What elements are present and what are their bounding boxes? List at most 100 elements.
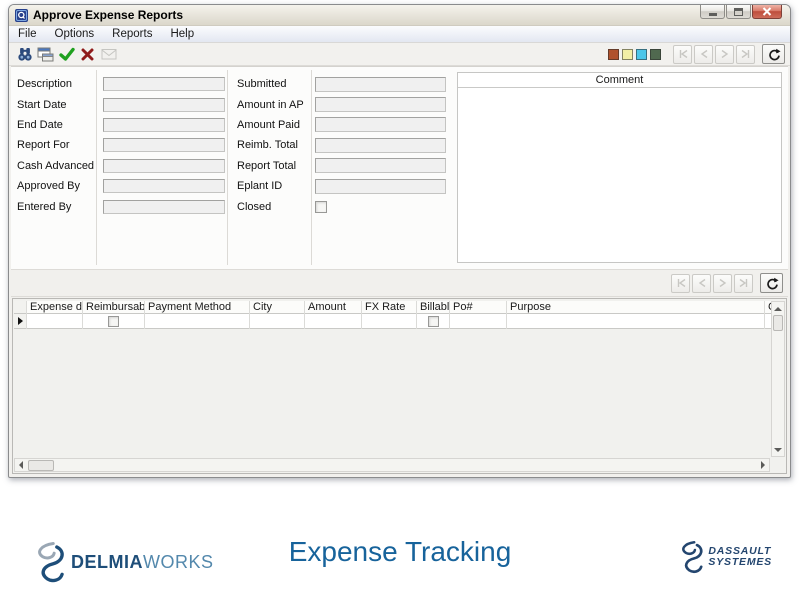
col-header-payment-method[interactable]: Payment Method — [145, 301, 249, 314]
maximize-button[interactable] — [726, 5, 751, 19]
grid-col-po: Po# — [450, 301, 507, 329]
color-swatch-3[interactable] — [636, 49, 647, 60]
grid-col-payment-method: Payment Method — [145, 301, 250, 329]
systemes-text: SYSTEMES — [708, 556, 772, 568]
scroll-up-button[interactable] — [772, 302, 784, 315]
next-record-icon — [719, 48, 731, 60]
grid-columns: Expense date Reimbursable Payment Method… — [14, 301, 770, 329]
submitted-field[interactable] — [315, 77, 446, 92]
reject-x-icon — [81, 48, 94, 61]
color-swatch-4[interactable] — [650, 49, 661, 60]
last-record-button[interactable] — [734, 274, 753, 293]
col-header-purpose[interactable]: Purpose — [507, 301, 764, 314]
scroll-down-button[interactable] — [772, 443, 784, 456]
cash-advanced-field[interactable] — [103, 159, 225, 173]
horizontal-scroll-thumb[interactable] — [28, 460, 54, 471]
next-record-button[interactable] — [713, 274, 732, 293]
minimize-button[interactable] — [700, 5, 725, 19]
col-header-city[interactable]: City — [250, 301, 304, 314]
cell-po[interactable] — [450, 314, 506, 329]
reimbursable-checkbox[interactable] — [108, 316, 119, 327]
menu-help[interactable]: Help — [161, 27, 203, 41]
approve-button[interactable] — [56, 45, 77, 64]
horizontal-scrollbar[interactable] — [14, 458, 770, 472]
app-icon — [15, 9, 28, 22]
scroll-left-button[interactable] — [15, 459, 27, 471]
eplant-id-field[interactable] — [315, 179, 446, 194]
vertical-scroll-thumb[interactable] — [773, 315, 783, 331]
first-record-button[interactable] — [673, 45, 692, 64]
reimb-total-label: Reimb. Total — [237, 139, 315, 151]
maximize-icon — [734, 8, 743, 16]
closed-label: Closed — [237, 201, 315, 213]
amount-in-ap-field[interactable] — [315, 97, 446, 112]
amount-in-ap-label: Amount in AP — [237, 99, 315, 111]
cell-purpose[interactable] — [507, 314, 764, 329]
cell-billable[interactable] — [417, 314, 449, 329]
prior-record-icon — [698, 48, 710, 60]
cell-payment-method[interactable] — [145, 314, 249, 329]
report-button[interactable] — [35, 45, 56, 64]
first-record-button[interactable] — [671, 274, 690, 293]
reimb-total-field[interactable] — [315, 138, 446, 153]
color-swatch-1[interactable] — [608, 49, 619, 60]
find-button[interactable] — [14, 45, 35, 64]
comment-panel: Comment — [457, 72, 782, 263]
title-bar[interactable]: Approve Expense Reports — [9, 5, 790, 26]
scroll-up-icon — [774, 307, 782, 311]
menu-options[interactable]: Options — [46, 27, 104, 41]
next-record-button[interactable] — [715, 45, 734, 64]
end-date-field[interactable] — [103, 118, 225, 132]
form-area: Description Start Date End Date Report F… — [11, 66, 788, 269]
cell-fx-rate[interactable] — [362, 314, 416, 329]
scroll-right-button[interactable] — [757, 459, 769, 471]
cell-city[interactable] — [250, 314, 304, 329]
billable-checkbox[interactable] — [428, 316, 439, 327]
report-total-field[interactable] — [315, 158, 446, 173]
col-header-po[interactable]: Po# — [450, 301, 506, 314]
refresh-button[interactable] — [760, 273, 783, 293]
refresh-button[interactable] — [762, 44, 785, 64]
start-date-field[interactable] — [103, 98, 225, 112]
current-row-icon — [18, 317, 23, 325]
description-field[interactable] — [103, 77, 225, 91]
cell-reimbursable[interactable] — [83, 314, 144, 329]
expense-grid: Expense date Reimbursable Payment Method… — [12, 298, 787, 474]
divider — [227, 70, 228, 265]
close-button[interactable] — [752, 5, 782, 19]
report-for-label: Report For — [17, 139, 103, 151]
window-controls — [699, 5, 782, 19]
cell-amount[interactable] — [305, 314, 361, 329]
grid-col-billable: Billable — [417, 301, 450, 329]
approved-by-field[interactable] — [103, 179, 225, 193]
last-record-button[interactable] — [736, 45, 755, 64]
row-selector-cell[interactable] — [14, 314, 26, 329]
comment-textarea[interactable] — [458, 89, 781, 262]
close-icon — [762, 7, 772, 16]
last-record-icon — [740, 48, 752, 60]
find-icon — [17, 47, 33, 62]
reject-button[interactable] — [77, 45, 98, 64]
menu-file[interactable]: File — [9, 27, 46, 41]
email-button[interactable] — [98, 45, 119, 64]
entered-by-field[interactable] — [103, 200, 225, 214]
dassault-wordmark: DASSAULT SYSTEMES — [708, 546, 772, 568]
approved-by-label: Approved By — [17, 180, 103, 192]
cell-expense-date[interactable] — [27, 314, 82, 329]
prior-record-button[interactable] — [692, 274, 711, 293]
closed-checkbox[interactable] — [315, 201, 327, 213]
amount-paid-field[interactable] — [315, 117, 446, 132]
color-swatch-2[interactable] — [622, 49, 633, 60]
prior-record-button[interactable] — [694, 45, 713, 64]
report-total-label: Report Total — [237, 160, 315, 172]
col-header-billable[interactable]: Billable — [417, 301, 449, 314]
col-header-expense-date[interactable]: Expense date — [27, 301, 82, 314]
scroll-left-icon — [19, 461, 23, 469]
report-for-field[interactable] — [103, 138, 225, 152]
col-header-reimbursable[interactable]: Reimbursable — [83, 301, 144, 314]
comment-header: Comment — [458, 73, 781, 88]
vertical-scrollbar[interactable] — [771, 301, 785, 457]
col-header-amount[interactable]: Amount — [305, 301, 361, 314]
col-header-fx-rate[interactable]: FX Rate — [362, 301, 416, 314]
menu-reports[interactable]: Reports — [103, 27, 161, 41]
